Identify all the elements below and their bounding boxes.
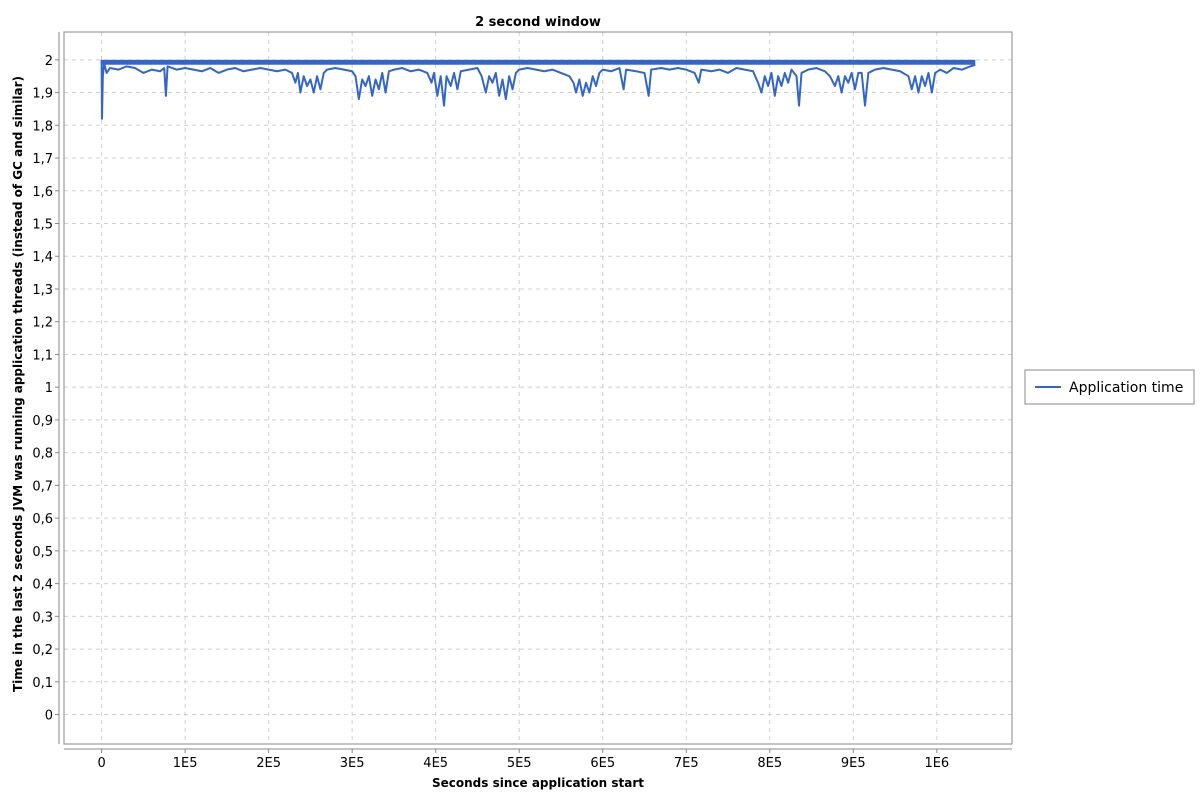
- y-tick-label: 1,1: [32, 348, 53, 363]
- y-axis-ticks: 0 0,1 0,2 0,3 0,4 0,5 0,6 0,7 0,8 0,9 1 1,1 1,2 1,3 1,…: [32, 54, 59, 724]
- legend: Application time: [1024, 369, 1195, 405]
- y-tick-label: 1,7: [32, 152, 53, 167]
- y-tick-label: 1,8: [32, 119, 53, 134]
- x-tick-label: 4E5: [423, 756, 448, 771]
- x-tick-label: 1E6: [924, 756, 949, 771]
- chart-title: 2 second window: [475, 15, 601, 30]
- x-tick-label: 1E5: [173, 756, 198, 771]
- y-tick-label: 1,4: [32, 250, 53, 265]
- legend-label-application-time: Application time: [1069, 380, 1183, 396]
- x-tick-label: 9E5: [841, 756, 866, 771]
- y-tick-label: 1,5: [32, 218, 53, 233]
- y-tick-label: 0,3: [32, 610, 53, 625]
- y-tick-label: 1: [45, 381, 53, 396]
- x-axis-label: Seconds since application start: [432, 776, 644, 790]
- x-axis-ticks: 0 1E5 2E5 3E5 4E5 5E5 6E5 7E5 8E5 9E5 1E6: [97, 749, 949, 771]
- series-band-application-time: [101, 59, 976, 65]
- y-tick-label: 1,3: [32, 283, 53, 298]
- y-tick-label: 0,2: [32, 643, 53, 658]
- y-tick-label: 0,7: [32, 479, 53, 494]
- y-tick-label: 0,8: [32, 447, 53, 462]
- plot-border: [63, 31, 1013, 745]
- y-tick-label: 0: [45, 709, 53, 724]
- series-line-application-time: [100, 59, 976, 120]
- y-axis-label: Time in the last 2 seconds JVM was runni…: [11, 76, 25, 692]
- y-tick-label: 0,1: [32, 676, 53, 691]
- x-tick-label: 7E5: [674, 756, 699, 771]
- chart-svg: 2 second window 0 1E5 2E5 3E5 4E5 5E5 6E5 7E5 8E…: [11, 15, 1195, 790]
- y-tick-label: 2: [45, 54, 53, 69]
- y-tick-label: 1,6: [32, 185, 53, 200]
- y-tick-label: 0,6: [32, 512, 53, 527]
- y-tick-label: 1,2: [32, 316, 53, 331]
- y-tick-label: 0,4: [32, 578, 53, 593]
- y-tick-label: 0,9: [32, 414, 53, 429]
- gridlines: [64, 32, 1012, 744]
- plot-series: [100, 59, 976, 120]
- x-tick-label: 6E5: [590, 756, 615, 771]
- y-tick-label: 0,5: [32, 545, 53, 560]
- x-tick-label: 3E5: [340, 756, 365, 771]
- x-tick-label: 8E5: [757, 756, 782, 771]
- y-tick-label: 1,9: [32, 87, 53, 102]
- x-tick-label: 5E5: [507, 756, 532, 771]
- x-tick-label: 2E5: [256, 756, 281, 771]
- x-tick-label: 0: [97, 756, 105, 771]
